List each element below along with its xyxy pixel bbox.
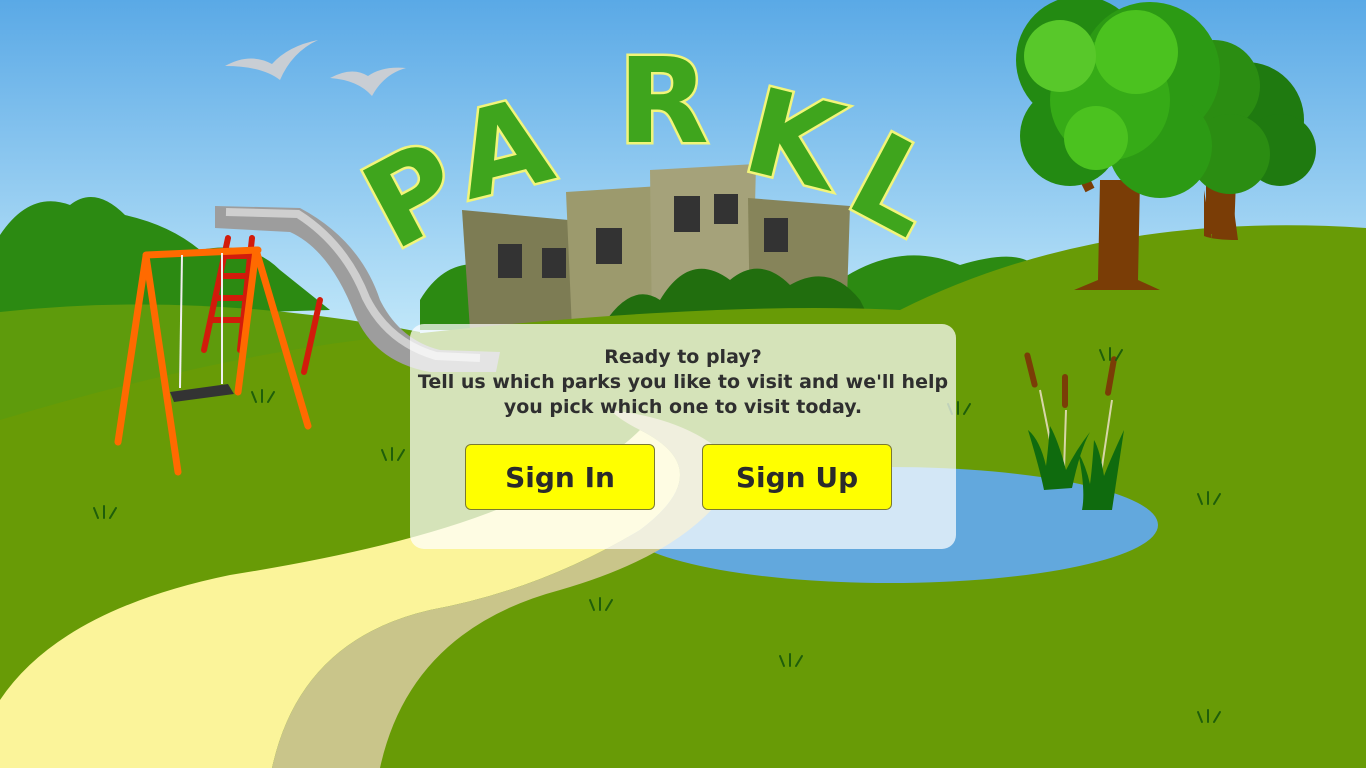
welcome-heading: Ready to play?	[604, 346, 762, 368]
welcome-message: Ready to play? Tell us which parks you l…	[410, 345, 956, 420]
welcome-line-1: Tell us which parks you like to visit an…	[417, 371, 949, 393]
sign-up-button[interactable]: Sign Up	[702, 444, 892, 510]
welcome-line-2: you pick which one to visit today.	[503, 396, 863, 418]
sign-in-button[interactable]: Sign In	[465, 444, 655, 510]
welcome-panel: Ready to play? Tell us which parks you l…	[410, 324, 956, 549]
